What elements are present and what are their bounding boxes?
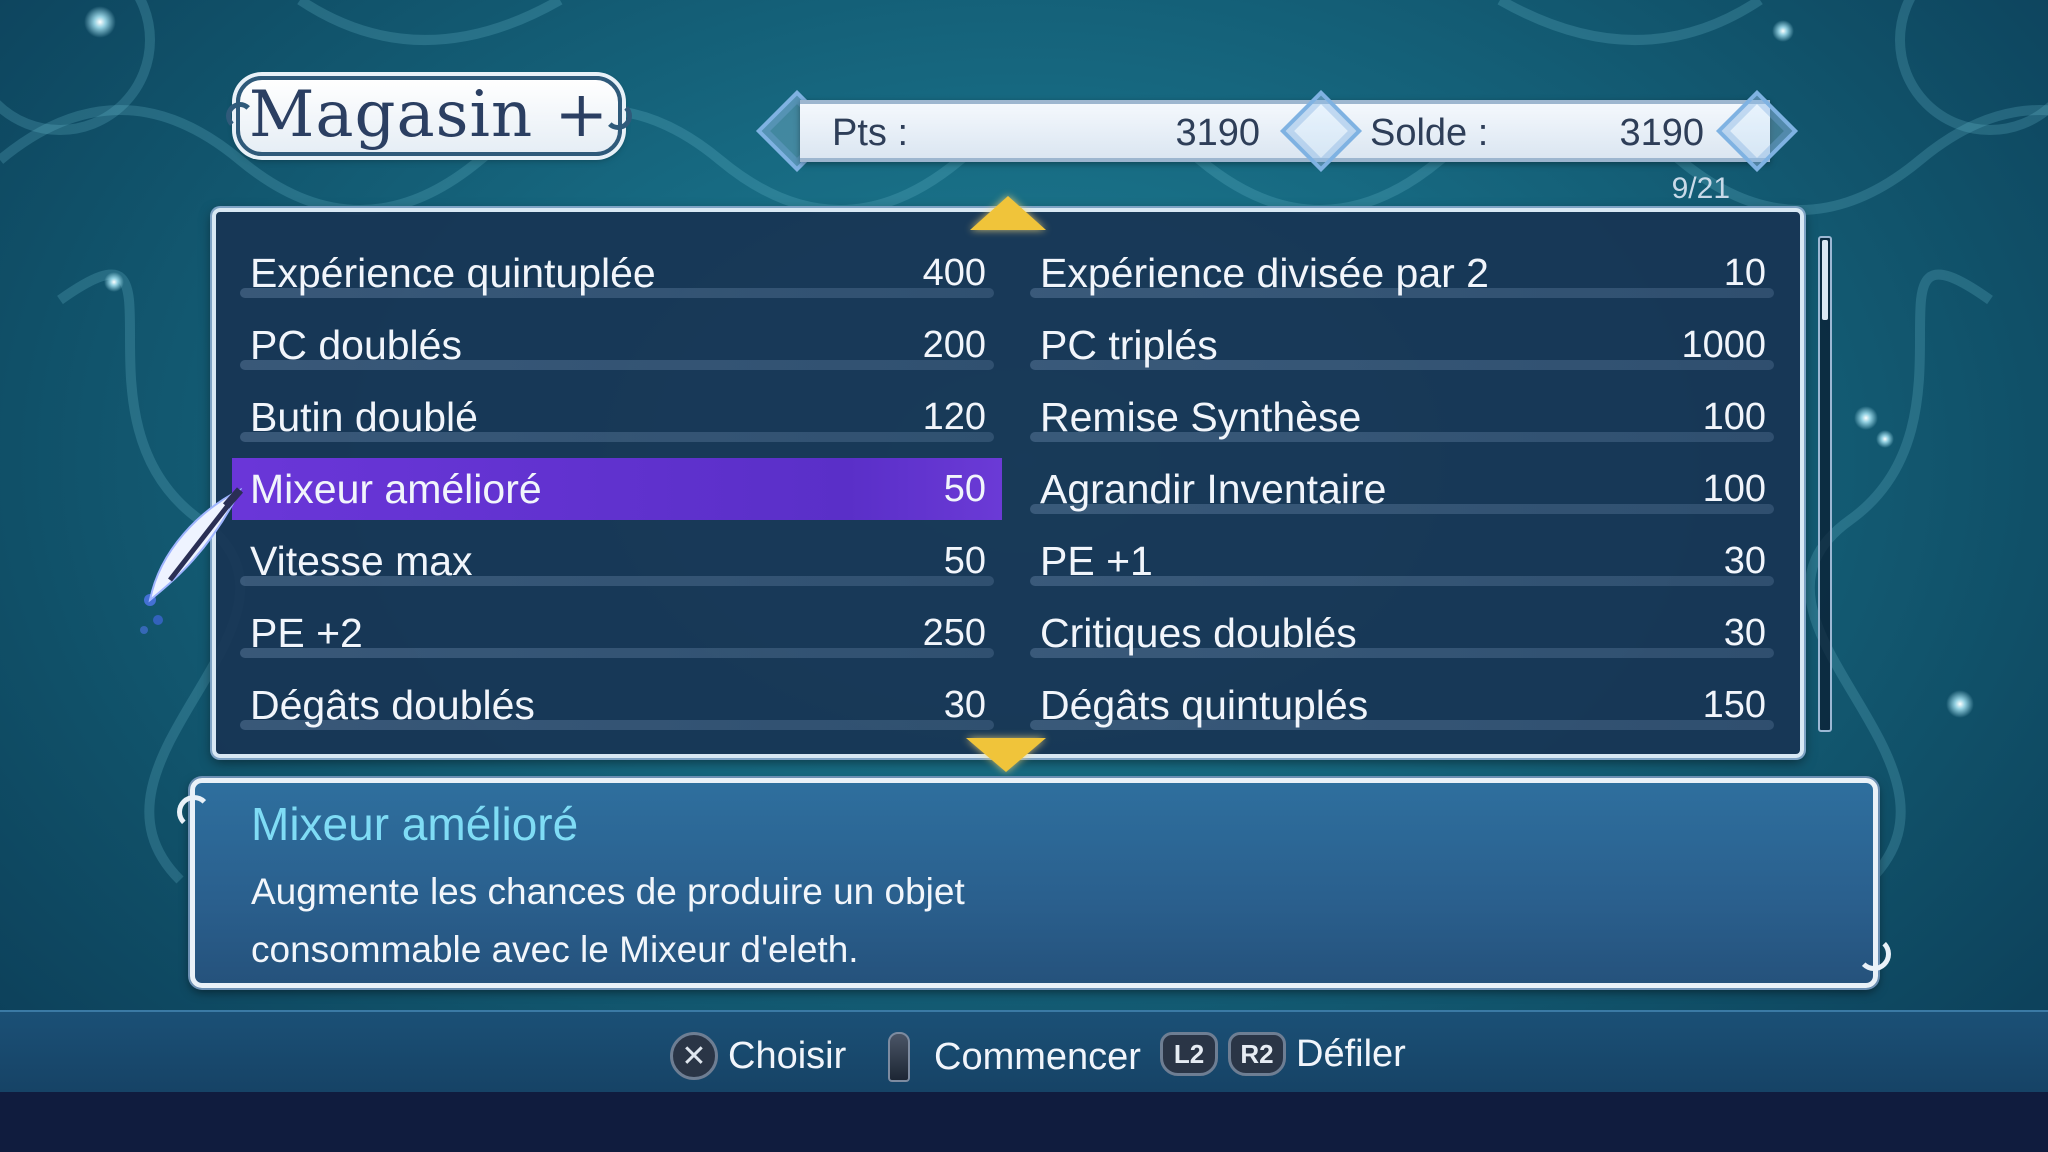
shop-item-row[interactable]: PC triplés 1000 [1022,314,1782,376]
shop-item-name: Expérience quintuplée [250,249,656,296]
shop-item-row[interactable]: PE +1 30 [1022,530,1782,592]
shop-item-cost: 250 [922,611,986,654]
bottom-strip [0,1092,2048,1152]
shop-item-row[interactable]: Expérience divisée par 2 10 [1022,242,1782,304]
item-description-line: consommable avec le Mixeur d'eleth. [251,929,859,970]
panel-ornament [177,795,211,829]
item-description-text: Augmente les chances de produire un obje… [251,863,965,979]
shop-item-row[interactable]: Mixeur amélioré 50 [232,458,1002,520]
shop-item-cost: 100 [1702,467,1766,510]
shop-item-row[interactable]: Vitesse max 50 [232,530,1002,592]
sparkle [84,6,116,38]
panel-ornament [1857,937,1891,971]
stick-button-icon [888,1032,910,1082]
shop-item-cost: 200 [922,323,986,366]
shop-item-cost: 150 [1702,683,1766,726]
l2-button-icon: L2 [1160,1032,1218,1076]
shop-item-row[interactable]: Agrandir Inventaire 100 [1022,458,1782,520]
shop-item-cost: 30 [1723,611,1766,654]
scroll-hint[interactable]: L2 R2 Défiler [1160,1032,1406,1076]
shop-item-row[interactable]: Dégâts quintuplés 150 [1022,674,1782,736]
shop-item-cost: 400 [922,251,986,294]
shop-title-plate: Magasin + [226,76,632,156]
shop-item-name: Expérience divisée par 2 [1040,249,1489,296]
item-description-line: Augmente les chances de produire un obje… [251,871,965,912]
cross-button-icon: ✕ [670,1032,718,1080]
scroll-down-arrow-icon[interactable] [966,738,1046,772]
sparkle [1772,20,1794,42]
shop-item-name: Vitesse max [250,537,473,584]
shop-item-cost: 50 [943,467,986,510]
start-hint[interactable]: Commencer [888,1032,1141,1082]
shop-item-cost: 30 [943,683,986,726]
item-description-title: Mixeur amélioré [251,798,579,850]
shop-item-name: Dégâts doublés [250,681,535,728]
sparkle [1854,406,1878,430]
title-ornament [604,102,632,130]
shop-item-name: Butin doublé [250,393,478,440]
points-value: 3190 [1175,112,1260,154]
shop-item-cost: 10 [1723,251,1766,294]
shop-item-name: Remise Synthèse [1040,393,1362,440]
page-counter: 9/21 [1671,172,1730,205]
shop-item-cost: 1000 [1681,323,1766,366]
scrollbar[interactable] [1818,236,1832,732]
shop-item-row[interactable]: Butin doublé 120 [232,386,1002,448]
r2-button-icon: R2 [1228,1032,1286,1076]
shop-item-cost: 30 [1723,539,1766,582]
page-title: Magasin + [248,78,610,152]
shop-item-row[interactable]: Dégâts doublés 30 [232,674,1002,736]
shop-item-name: PC doublés [250,321,462,368]
points-label: Pts : [832,112,909,154]
shop-item-name: PE +1 [1040,537,1153,584]
shop-item-row[interactable]: PC doublés 200 [232,314,1002,376]
sparkle [1946,690,1974,718]
balance-label: Solde : [1370,112,1489,154]
shop-item-name: PE +2 [250,609,363,656]
scroll-up-arrow-icon[interactable] [970,196,1046,230]
shop-item-name: PC triplés [1040,321,1218,368]
shop-item-name: Critiques doublés [1040,609,1357,656]
shop-item-name: Agrandir Inventaire [1040,465,1387,512]
shop-item-row[interactable]: Remise Synthèse 100 [1022,386,1782,448]
shop-item-cost: 50 [943,539,986,582]
shop-item-name: Dégâts quintuplés [1040,681,1369,728]
shop-item-row[interactable]: Critiques doublés 30 [1022,602,1782,664]
sparkle [1876,430,1894,448]
start-label: Commencer [934,1035,1141,1078]
sparkle [104,272,124,292]
choose-hint[interactable]: ✕ Choisir [670,1032,846,1080]
shop-item-cost: 100 [1702,395,1766,438]
scroll-label: Défiler [1296,1032,1406,1075]
control-hints-bar: ✕ Choisir Commencer L2 R2 Défiler [0,1010,2048,1092]
shop-item-row[interactable]: Expérience quintuplée 400 [232,242,1002,304]
choose-label: Choisir [728,1034,847,1077]
feather-cursor-icon [140,487,244,634]
scrollbar-thumb[interactable] [1822,240,1828,320]
shop-list-panel: Expérience quintuplée 400 PC doublés 200 But… [212,208,1804,758]
item-description-panel: Mixeur amélioré Augmente les chances de … [177,778,1891,988]
shop-item-name: Mixeur amélioré [250,465,542,512]
shop-item-cost: 120 [922,395,986,438]
shop-item-row[interactable]: PE +2 250 [232,602,1002,664]
title-ornament [226,102,254,130]
balance-value: 3190 [1619,112,1704,154]
